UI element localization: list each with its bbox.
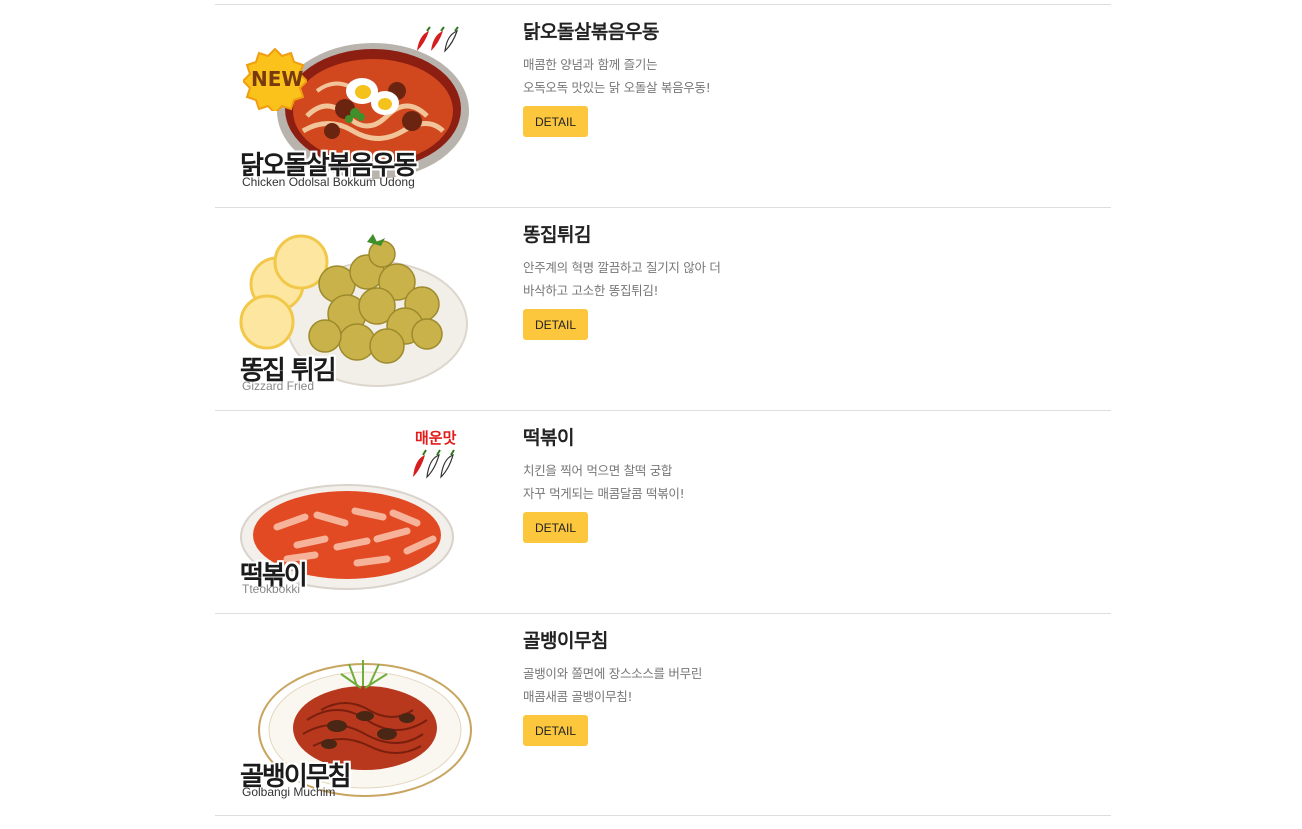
menu-item: 골뱅이무침 Golbangi Muchim 골뱅이무침 골뱅이와 쫄면에 장스소…: [215, 613, 1111, 816]
detail-button[interactable]: DETAIL: [523, 512, 588, 543]
description-line: 바삭하고 고소한 똥집튀김!: [523, 283, 659, 298]
menu-info: 똥집튀김 안주계의 혁명 깔끔하고 질기지 않아 더 바삭하고 고소한 똥집튀김…: [523, 222, 721, 302]
menu-item: 똥집 튀김 Gizzard Fried 똥집튀김 안주계의 혁명 깔끔하고 질기…: [215, 207, 1111, 410]
image-subtitle: Gizzard Fried: [242, 379, 315, 393]
detail-button[interactable]: DETAIL: [523, 715, 588, 746]
spicy-label: 매운맛: [415, 429, 457, 447]
detail-button[interactable]: DETAIL: [523, 106, 588, 137]
menu-title: 똥집튀김: [523, 224, 591, 246]
menu-image[interactable]: 골뱅이무침 Golbangi Muchim: [237, 630, 473, 800]
image-subtitle: Golbangi Muchim: [242, 785, 336, 799]
menu-image[interactable]: 똥집 튀김 Gizzard Fried: [237, 224, 473, 394]
chili-pepper-icon: [417, 26, 459, 53]
description-line: 안주계의 혁명 깔끔하고 질기지 않아 더: [523, 260, 721, 275]
menu-info: 떡볶이 치킨을 찍어 먹으면 찰떡 궁합 자꾸 먹게되는 매콤달콤 떡볶이!: [523, 425, 685, 505]
menu-title: 닭오돌살볶음우동: [523, 21, 659, 43]
chili-pepper-icon: [413, 449, 455, 479]
menu-item: NEW 닭오돌살볶음우동 Chicken Odolsal Bokkum Udon…: [215, 4, 1111, 207]
menu-list: NEW 닭오돌살볶음우동 Chicken Odolsal Bokkum Udon…: [215, 4, 1111, 816]
menu-title: 골뱅이무침: [523, 630, 608, 652]
menu-info: 닭오돌살볶음우동 매콤한 양념과 함께 즐기는 오독오독 맛있는 닭 오돌살 볶…: [523, 19, 711, 99]
menu-image[interactable]: 매운맛 떡볶이 Tteokbokki: [237, 427, 473, 597]
menu-image[interactable]: NEW 닭오돌살볶음우동 Chicken Odolsal Bokkum Udon…: [237, 21, 473, 191]
description-line: 골뱅이와 쫄면에 장스소스를 버무린: [523, 666, 703, 681]
description-line: 오독오독 맛있는 닭 오돌살 볶음우동!: [523, 80, 711, 95]
menu-description: 골뱅이와 쫄면에 장스소스를 버무린 매콤새콤 골뱅이무침!: [523, 662, 702, 708]
menu-item: 매운맛 떡볶이 Tteokbokki 떡볶이 치킨을 찍어 먹으면 찰떡 궁합 …: [215, 410, 1111, 613]
menu-description: 안주계의 혁명 깔끔하고 질기지 않아 더 바삭하고 고소한 똥집튀김!: [523, 256, 721, 302]
image-subtitle: Chicken Odolsal Bokkum Udong: [242, 175, 415, 189]
description-line: 자꾸 먹게되는 매콤달콤 떡볶이!: [523, 486, 685, 501]
menu-description: 치킨을 찍어 먹으면 찰떡 궁합 자꾸 먹게되는 매콤달콤 떡볶이!: [523, 459, 685, 505]
new-badge-label: NEW: [251, 67, 304, 91]
menu-title: 떡볶이: [523, 427, 574, 449]
description-line: 매콤한 양념과 함께 즐기는: [523, 57, 658, 72]
detail-button[interactable]: DETAIL: [523, 309, 588, 340]
menu-description: 매콤한 양념과 함께 즐기는 오독오독 맛있는 닭 오돌살 볶음우동!: [523, 53, 711, 99]
description-line: 매콤새콤 골뱅이무침!: [523, 689, 633, 704]
description-line: 치킨을 찍어 먹으면 찰떡 궁합: [523, 463, 673, 478]
image-subtitle: Tteokbokki: [242, 582, 301, 596]
menu-info: 골뱅이무침 골뱅이와 쫄면에 장스소스를 버무린 매콤새콤 골뱅이무침!: [523, 628, 702, 708]
